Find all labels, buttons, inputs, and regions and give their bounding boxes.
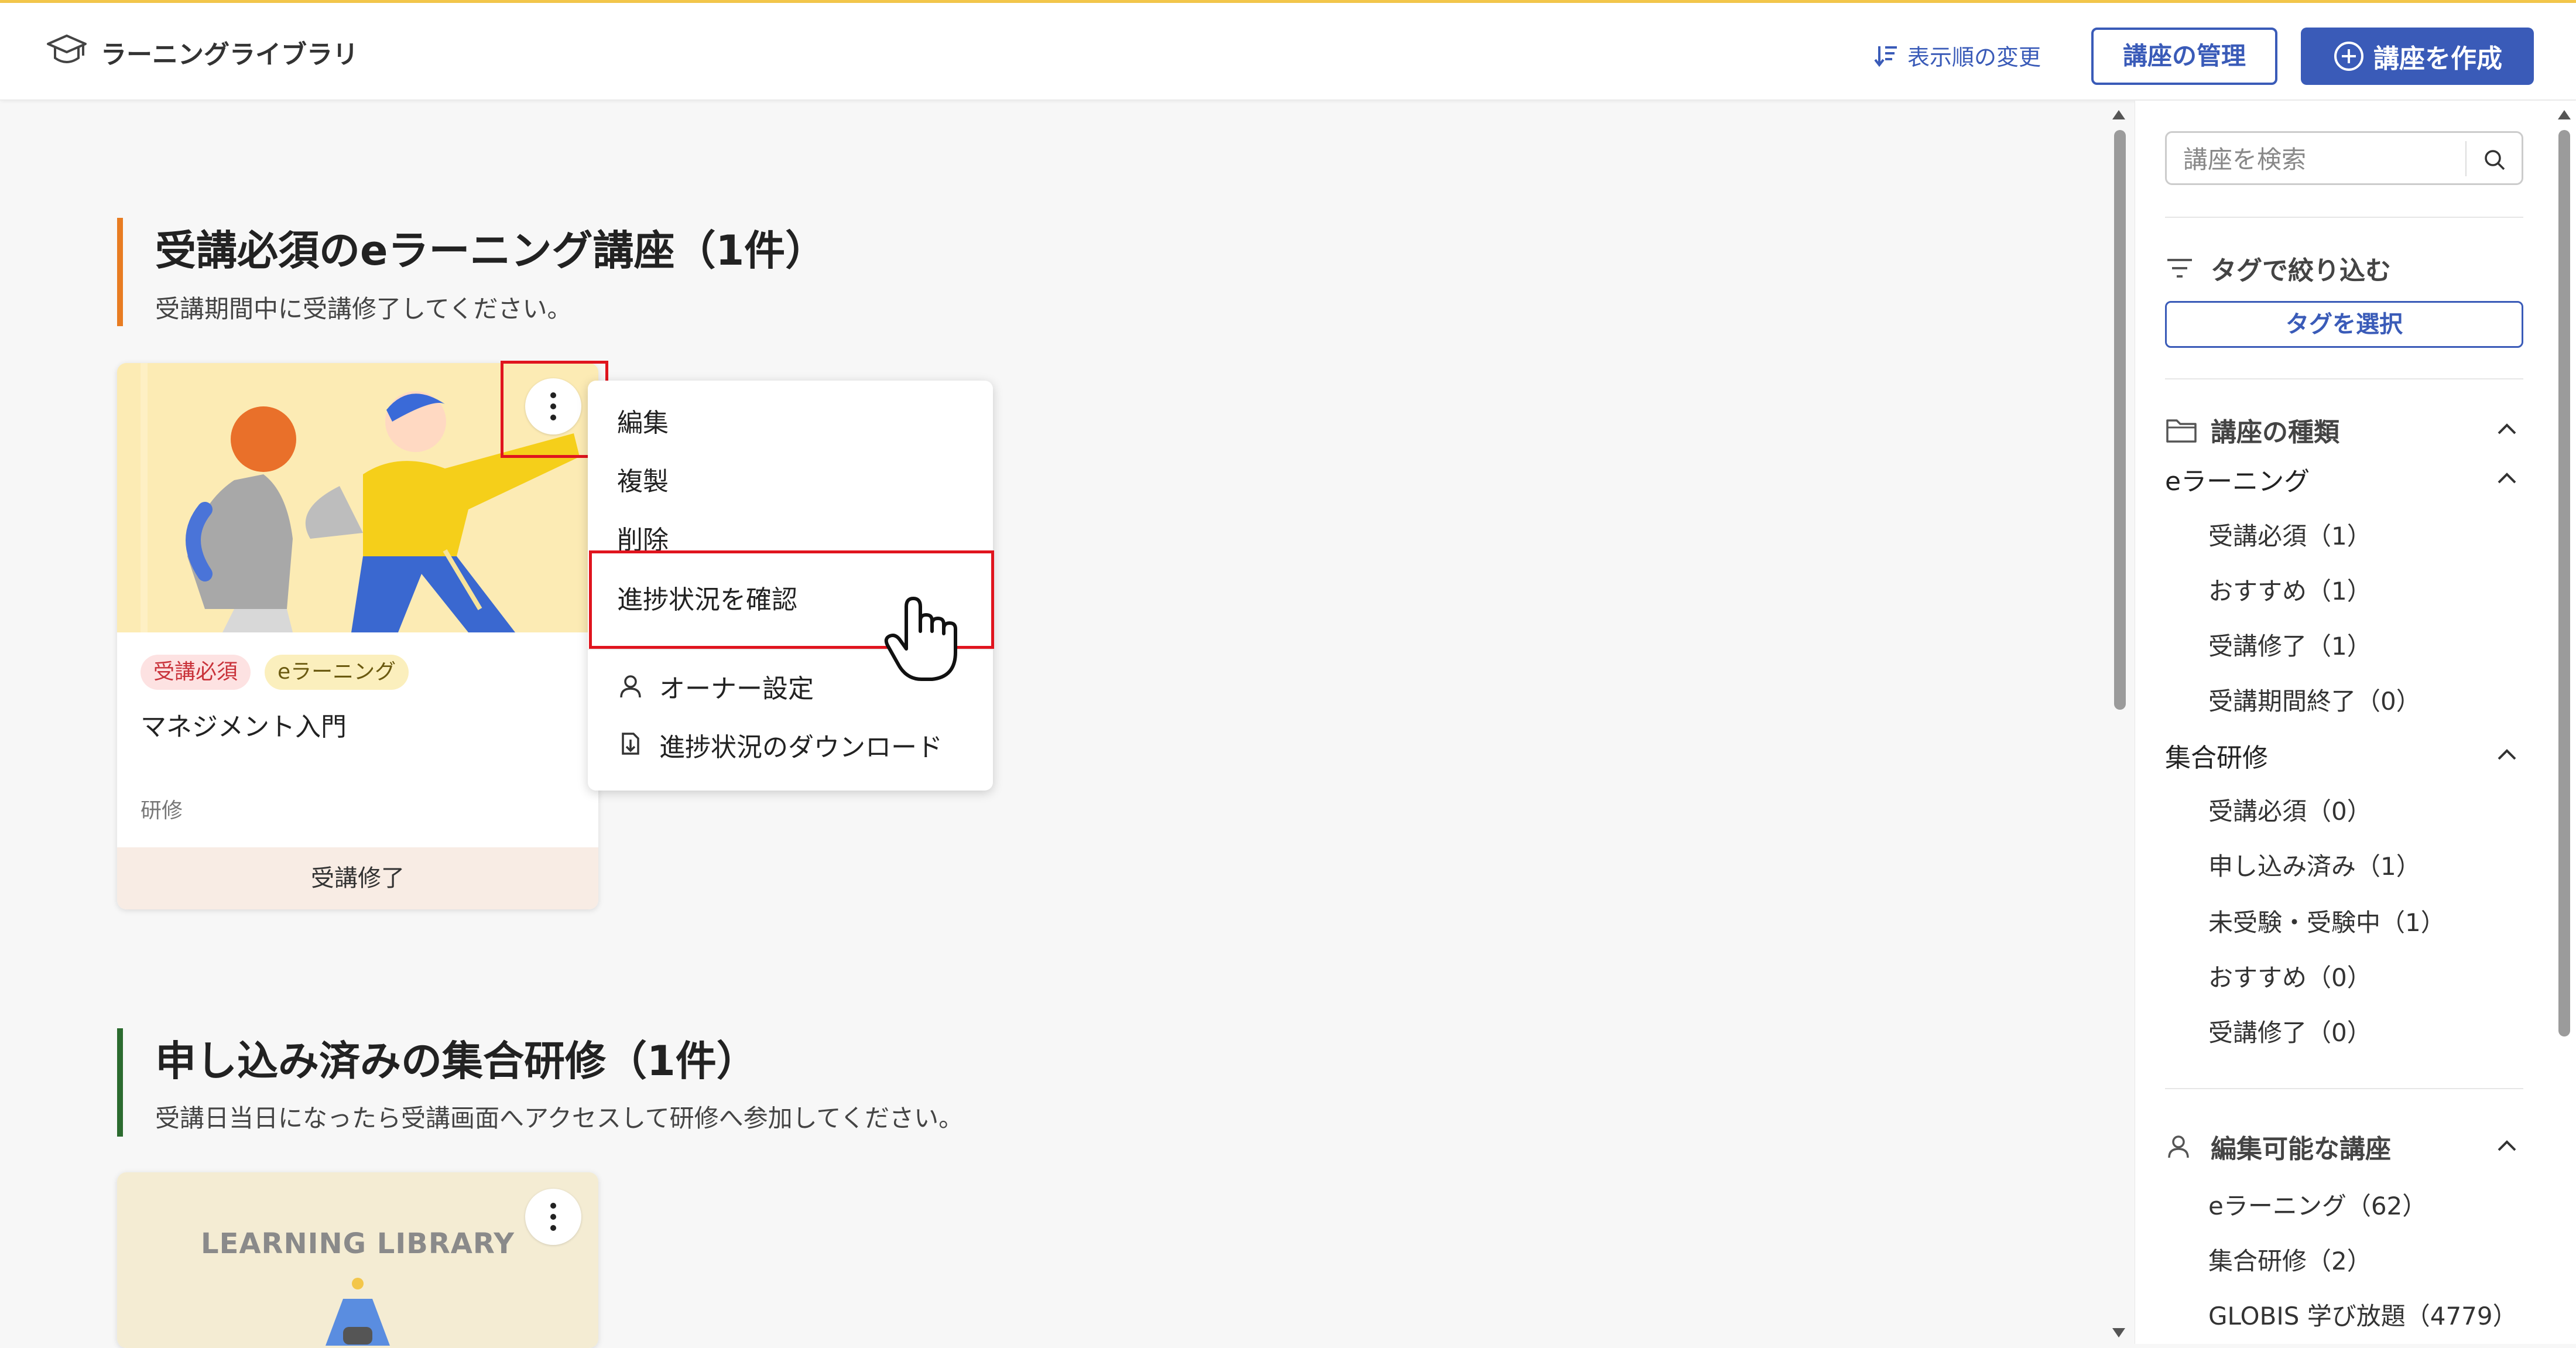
sort-order-link[interactable]: 表示順の変更 [1873,39,2041,71]
kebab-dot [550,1225,556,1231]
app-title: ラーニングライブラリ [101,40,358,70]
filter-item[interactable]: 未受験・受験中（1） [2208,903,2445,939]
menu-item-label: 進捗状況のダウンロード [659,733,943,762]
kebab-dot [550,1203,556,1209]
scroll-up-arrow-icon[interactable] [2112,110,2125,119]
sort-icon [1874,46,1897,67]
menu-item-label: オーナー設定 [659,674,814,704]
group-training-label[interactable]: 集合研修 [2165,737,2268,774]
search-icon [2485,150,2505,170]
tag-filter-label: タグで絞り込む [2211,256,2391,286]
app-header: ラーニングライブラリ 表示順の変更 講座の管理 講座を作成 [0,3,2576,100]
create-course-button[interactable]: 講座を作成 [2301,28,2534,85]
search-input[interactable] [2183,143,2458,175]
menu-item-label: 編集 [617,408,669,438]
sidebar-divider [2165,217,2523,218]
section-title-required: 受講必須のeラーニング講座（1件） [155,227,827,275]
kebab-dot [550,1214,556,1220]
filter-item[interactable]: おすすめ（0） [2208,958,2372,994]
sort-order-label: 表示順の変更 [1907,45,2041,70]
editable-courses-label: 編集可能な講座 [2211,1134,2391,1164]
section-title-applied: 申し込み済みの集合研修（1件） [155,1037,758,1085]
search-separator [2465,141,2467,176]
folder-icon [2165,416,2198,444]
person-icon [2165,1133,2198,1160]
course-type-heading[interactable]: 講座の種類 [2165,411,2339,449]
tag-elearning: eラーニング [265,655,409,690]
person-icon [617,673,644,700]
filter-item[interactable]: 申し込み済み（1） [2208,847,2421,882]
filter-item[interactable]: 受講必須（0） [2208,792,2372,827]
filter-item[interactable]: 受講必須（1） [2208,516,2372,552]
menu-item-edit[interactable]: 編集 [617,402,669,439]
scroll-up-arrow-icon[interactable] [2558,110,2571,119]
plus-circle-icon [2334,42,2363,71]
section-subtitle-required: 受講期間中に受講修了してください。 [155,295,572,323]
course-category: 研修 [141,799,183,823]
sidebar-scrollbar-thumb[interactable] [2558,130,2570,1036]
filter-item[interactable]: 集合研修（2） [2208,1241,2372,1277]
section-subtitle-applied: 受講日当日になったら受講画面へアクセスして研修へ参加してください。 [155,1104,964,1133]
graduation-cap-icon [46,33,88,71]
select-tags-button[interactable]: タグを選択 [2165,301,2523,348]
course-card[interactable]: LEARNING LIBRARY [117,1172,598,1348]
course-search [2165,131,2523,185]
thumbnail-text: LEARNING LIBRARY [200,1227,515,1260]
main-scrollbar-thumb[interactable] [2114,130,2126,710]
section-accent-bar [117,1028,123,1137]
manage-courses-button[interactable]: 講座の管理 [2091,28,2277,85]
filter-item[interactable]: 受講期間終了（0） [2208,682,2421,717]
sidebar-divider [2165,1088,2523,1089]
robot-icon [326,1278,390,1346]
section-accent-bar [117,218,123,326]
sidebar-divider [2165,378,2523,379]
filter-item[interactable]: おすすめ（1） [2208,572,2372,607]
filter-item[interactable]: eラーニング（62） [2208,1186,2427,1222]
editable-courses-heading[interactable]: 編集可能な講座 [2165,1128,2391,1165]
course-title: マネジメント入門 [141,712,347,742]
hand-pointer-cursor-icon [883,595,965,685]
menu-item-owner-settings[interactable]: オーナー設定 [617,668,814,705]
elearning-group-label[interactable]: eラーニング [2165,460,2310,498]
course-type-label: 講座の種類 [2211,418,2339,447]
filter-item[interactable]: 受講修了（0） [2208,1013,2372,1049]
chevron-up-icon[interactable] [2495,743,2519,766]
menu-item-label: 複製 [617,467,669,497]
download-icon [617,731,644,758]
tag-filter-heading: タグで絞り込む [2165,249,2391,287]
menu-item-download-progress[interactable]: 進捗状況のダウンロード [617,726,943,764]
tag-required: 受講必須 [141,655,251,690]
course-thumbnail: LEARNING LIBRARY [117,1172,598,1348]
scroll-down-arrow-icon[interactable] [2112,1328,2125,1337]
chevron-up-icon[interactable] [2495,1134,2519,1157]
course-status: 受講修了 [117,847,598,909]
brand[interactable]: ラーニングライブラリ [46,33,358,71]
search-button[interactable] [2476,142,2513,177]
filter-item[interactable]: GLOBIS 学び放題（4779） [2208,1296,2517,1332]
chevron-up-icon[interactable] [2495,417,2519,440]
menu-item-duplicate[interactable]: 複製 [617,460,669,498]
filter-icon [2165,256,2198,280]
filter-item[interactable]: 受講修了（1） [2208,627,2372,662]
create-course-label: 講座を作成 [2373,44,2502,74]
card-more-menu-button[interactable] [525,1189,581,1245]
chevron-up-icon[interactable] [2495,466,2519,490]
